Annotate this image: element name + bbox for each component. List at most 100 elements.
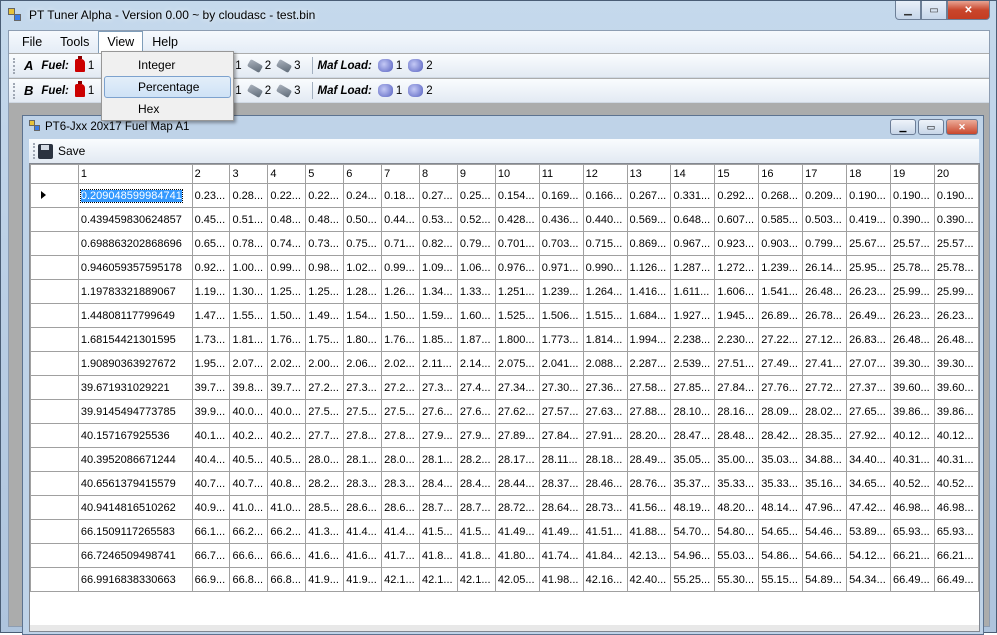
grid-cell[interactable]: 27.51...: [714, 351, 760, 376]
grid-cell[interactable]: 1.25...: [267, 279, 307, 304]
maf-button-1[interactable]: 1: [377, 59, 402, 72]
grid-cell[interactable]: 41.49...: [538, 519, 584, 544]
grid-cell[interactable]: 0.18...: [381, 183, 421, 208]
grid-cell[interactable]: 0.698863202868696: [77, 231, 193, 256]
grid-cell[interactable]: 27.7...: [305, 423, 345, 448]
grid-cell[interactable]: 55.15...: [758, 567, 804, 592]
grid-cell[interactable]: 41.6...: [305, 543, 345, 568]
grid-cell[interactable]: 46.98...: [933, 495, 979, 520]
grid-cell[interactable]: 34.40...: [846, 447, 891, 472]
grid-cell[interactable]: 26.83...: [846, 327, 891, 352]
grid-cell[interactable]: 39.9...: [191, 399, 231, 424]
grid-cell[interactable]: 0.209...: [802, 183, 848, 208]
grid-cell[interactable]: 66.8...: [267, 567, 307, 592]
grid-cell[interactable]: 2.07...: [229, 351, 269, 376]
grid-cell[interactable]: 0.48...: [267, 207, 307, 232]
grid-cell[interactable]: 0.419...: [846, 207, 891, 232]
grid-cell[interactable]: 28.20...: [626, 423, 672, 448]
row-header[interactable]: [30, 495, 79, 520]
grid-cell[interactable]: 0.98...: [305, 255, 345, 280]
grid-cell[interactable]: 25.57...: [933, 231, 979, 256]
grid-cell[interactable]: 28.72...: [494, 495, 540, 520]
grid-cell[interactable]: 40.3952086671244: [77, 447, 193, 472]
grid-cell[interactable]: 35.33...: [714, 471, 760, 496]
grid-cell[interactable]: 1.75...: [305, 327, 345, 352]
grid-cell[interactable]: 25.78...: [933, 255, 979, 280]
grid-cell[interactable]: 40.157167925536: [77, 423, 193, 448]
grid-cell[interactable]: 41.6...: [343, 543, 383, 568]
grid-cell[interactable]: 0.799...: [802, 231, 848, 256]
grid-cell[interactable]: 0.331...: [670, 183, 716, 208]
grid-cell[interactable]: 0.967...: [670, 231, 716, 256]
grid-cell[interactable]: 40.52...: [889, 471, 935, 496]
grid-cell[interactable]: 65.93...: [933, 519, 979, 544]
grid-cell[interactable]: 41.0...: [267, 495, 307, 520]
grid-cell[interactable]: 1.09...: [419, 255, 458, 280]
column-header[interactable]: 4: [267, 164, 307, 184]
row-header[interactable]: [30, 399, 79, 424]
grid-cell[interactable]: 1.87...: [456, 327, 496, 352]
grid-cell[interactable]: 0.701...: [494, 231, 540, 256]
grid-cell[interactable]: 27.37...: [846, 375, 891, 400]
grid-cell[interactable]: 66.2...: [229, 519, 269, 544]
grid-cell[interactable]: 27.92...: [846, 423, 891, 448]
grid-cell[interactable]: 1.28...: [343, 279, 383, 304]
toolbar-grip[interactable]: [33, 143, 36, 159]
grid-cell[interactable]: 0.154...: [494, 183, 540, 208]
grid-cell[interactable]: 66.21...: [933, 543, 979, 568]
grid-cell[interactable]: 26.48...: [802, 279, 848, 304]
grid-cell[interactable]: 40.7...: [191, 471, 231, 496]
grid-cell[interactable]: 27.58...: [626, 375, 672, 400]
grid-cell[interactable]: 1.76...: [381, 327, 421, 352]
grid-cell[interactable]: 35.03...: [758, 447, 804, 472]
grid-cell[interactable]: 1.19...: [191, 279, 231, 304]
child-restore-button[interactable]: ▭: [918, 119, 944, 135]
grid-cell[interactable]: 1.416...: [626, 279, 672, 304]
grid-cell[interactable]: 1.68154421301595: [77, 327, 193, 352]
grid-cell[interactable]: 1.773...: [538, 327, 584, 352]
row-header[interactable]: [30, 519, 79, 544]
grid-cell[interactable]: 41.8...: [419, 543, 458, 568]
grid-cell[interactable]: 54.65...: [758, 519, 804, 544]
grid-cell[interactable]: 2.041...: [538, 351, 584, 376]
grid-cell[interactable]: 42.1...: [419, 567, 458, 592]
grid-cell[interactable]: 27.3...: [343, 375, 383, 400]
injector-button-2[interactable]: 2: [246, 58, 271, 73]
grid-cell[interactable]: 1.272...: [714, 255, 760, 280]
grid-cell[interactable]: 0.390...: [933, 207, 979, 232]
grid-cell[interactable]: 1.239...: [538, 279, 584, 304]
grid-cell[interactable]: 40.12...: [933, 423, 979, 448]
grid-cell[interactable]: 47.42...: [846, 495, 891, 520]
grid-cell[interactable]: 42.1...: [456, 567, 496, 592]
grid-cell[interactable]: 27.88...: [626, 399, 672, 424]
grid-cell[interactable]: 40.8...: [267, 471, 307, 496]
row-header[interactable]: [30, 543, 79, 568]
grid-cell[interactable]: 42.16...: [582, 567, 628, 592]
grid-cell[interactable]: 54.70...: [670, 519, 716, 544]
grid-cell[interactable]: 0.52...: [456, 207, 496, 232]
grid-cell[interactable]: 26.23...: [889, 303, 935, 328]
grid-cell[interactable]: 55.25...: [670, 567, 716, 592]
grid-cell[interactable]: 28.46...: [582, 471, 628, 496]
grid-cell[interactable]: 0.27...: [419, 183, 458, 208]
grid-cell[interactable]: 40.5...: [229, 447, 269, 472]
grid-cell[interactable]: 1.60...: [456, 303, 496, 328]
grid-cell[interactable]: 27.62...: [494, 399, 540, 424]
grid-cell[interactable]: 27.63...: [582, 399, 628, 424]
grid-cell[interactable]: 39.8...: [229, 375, 269, 400]
grid-cell[interactable]: 1.25...: [305, 279, 345, 304]
grid-cell[interactable]: 1.34...: [419, 279, 458, 304]
row-header[interactable]: [30, 255, 79, 280]
grid-cell[interactable]: 40.5...: [267, 447, 307, 472]
grid-cell[interactable]: 28.35...: [802, 423, 848, 448]
grid-cell[interactable]: 0.169...: [538, 183, 584, 208]
grid-cell[interactable]: 40.9...: [191, 495, 231, 520]
grid-cell[interactable]: 28.7...: [456, 495, 496, 520]
grid-cell[interactable]: 27.9...: [419, 423, 458, 448]
grid-cell[interactable]: 25.99...: [933, 279, 979, 304]
grid-cell[interactable]: 39.671931029221: [77, 375, 193, 400]
column-header[interactable]: 14: [670, 164, 716, 184]
column-header[interactable]: 7: [381, 164, 421, 184]
grid-cell[interactable]: 39.30...: [933, 351, 979, 376]
grid-cell[interactable]: 26.89...: [758, 303, 804, 328]
